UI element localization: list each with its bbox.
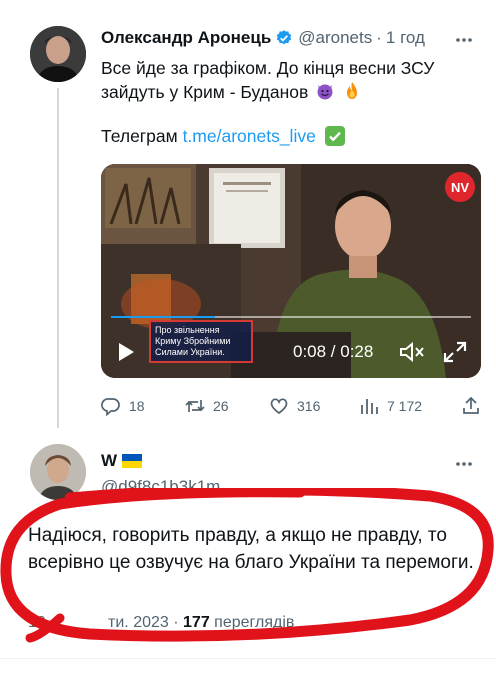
reply-text: Надіюся, говорить правду, а якщо не прав… — [28, 525, 474, 573]
reply-count: 18 — [129, 398, 145, 414]
reply-views-label: переглядів — [214, 614, 295, 631]
reply-author-avatar[interactable] — [30, 444, 86, 500]
retweet-count: 26 — [213, 398, 229, 414]
telegram-link[interactable]: t.me/aronets_live — [183, 126, 316, 146]
original-tweet[interactable]: Олександр Аронець @aronets · 1 год Все й… — [0, 0, 496, 430]
share-button[interactable] — [461, 396, 489, 416]
reply-author-name[interactable]: W — [101, 451, 117, 471]
views-count: 7 172 — [387, 398, 423, 414]
mute-icon[interactable] — [399, 341, 425, 363]
tweet-actions: 18 26 316 7 172 — [101, 396, 481, 418]
share-icon — [463, 396, 479, 414]
author-avatar[interactable] — [30, 26, 86, 82]
check-mark-emoji-icon — [324, 126, 345, 146]
more-options-icon[interactable] — [454, 30, 474, 50]
fullscreen-icon[interactable] — [443, 341, 467, 363]
fire-emoji-icon — [347, 82, 358, 99]
reply-more-options-icon[interactable] — [454, 454, 474, 474]
tweet-time[interactable]: 1 год — [386, 28, 425, 48]
video-progress-fill — [111, 316, 216, 318]
tweet-header: Олександр Аронець @aronets · 1 год — [101, 28, 425, 48]
video-caption: Про звільнення Криму Збройними Силами Ук… — [149, 320, 253, 363]
reply-date[interactable]: 10. — [28, 614, 50, 631]
play-icon[interactable] — [117, 342, 135, 362]
author-name[interactable]: Олександр Аронець — [101, 28, 271, 48]
reply-button[interactable]: 18 — [101, 396, 145, 416]
separator-dot: · — [376, 28, 382, 47]
like-button[interactable]: 316 — [269, 396, 320, 416]
video-player[interactable]: NV Про звільнення Криму Збройними Силами… — [101, 164, 481, 378]
thread-line — [57, 88, 59, 428]
telegram-label: Телеграм — [101, 126, 178, 146]
verified-badge-icon — [277, 30, 292, 45]
tweet-text-line: Все йде за графіком. До кінця весни ЗСУ … — [101, 58, 435, 102]
reply-author-handle[interactable]: @d9f8c1b3k1m — [101, 477, 220, 497]
reply-date-tail: ти. 2023 · — [50, 614, 179, 631]
author-handle[interactable]: @aronets — [298, 28, 372, 48]
heart-icon — [270, 398, 288, 415]
reply-author: W — [101, 451, 143, 471]
tweet-text: Все йде за графіком. До кінця весни ЗСУ … — [101, 56, 481, 104]
nv-channel-badge: NV — [445, 172, 475, 202]
ukraine-flag-icon — [122, 454, 143, 468]
retweet-icon — [185, 400, 205, 412]
reply-meta: 10. ти. 2023 · 177 переглядів — [28, 614, 294, 632]
reply-views-count: 177 — [183, 614, 210, 631]
reply-icon — [101, 398, 120, 416]
video-time: 0:08 / 0:28 — [293, 342, 374, 361]
views-chart-icon — [361, 399, 378, 414]
divider — [0, 658, 496, 659]
like-count: 316 — [297, 398, 321, 414]
video-progress-bar[interactable] — [111, 316, 471, 318]
devil-emoji-icon — [317, 84, 333, 100]
views-button[interactable]: 7 172 — [359, 396, 422, 416]
retweet-button[interactable]: 26 — [185, 396, 229, 416]
telegram-line: Телеграм t.me/aronets_live — [101, 124, 481, 148]
